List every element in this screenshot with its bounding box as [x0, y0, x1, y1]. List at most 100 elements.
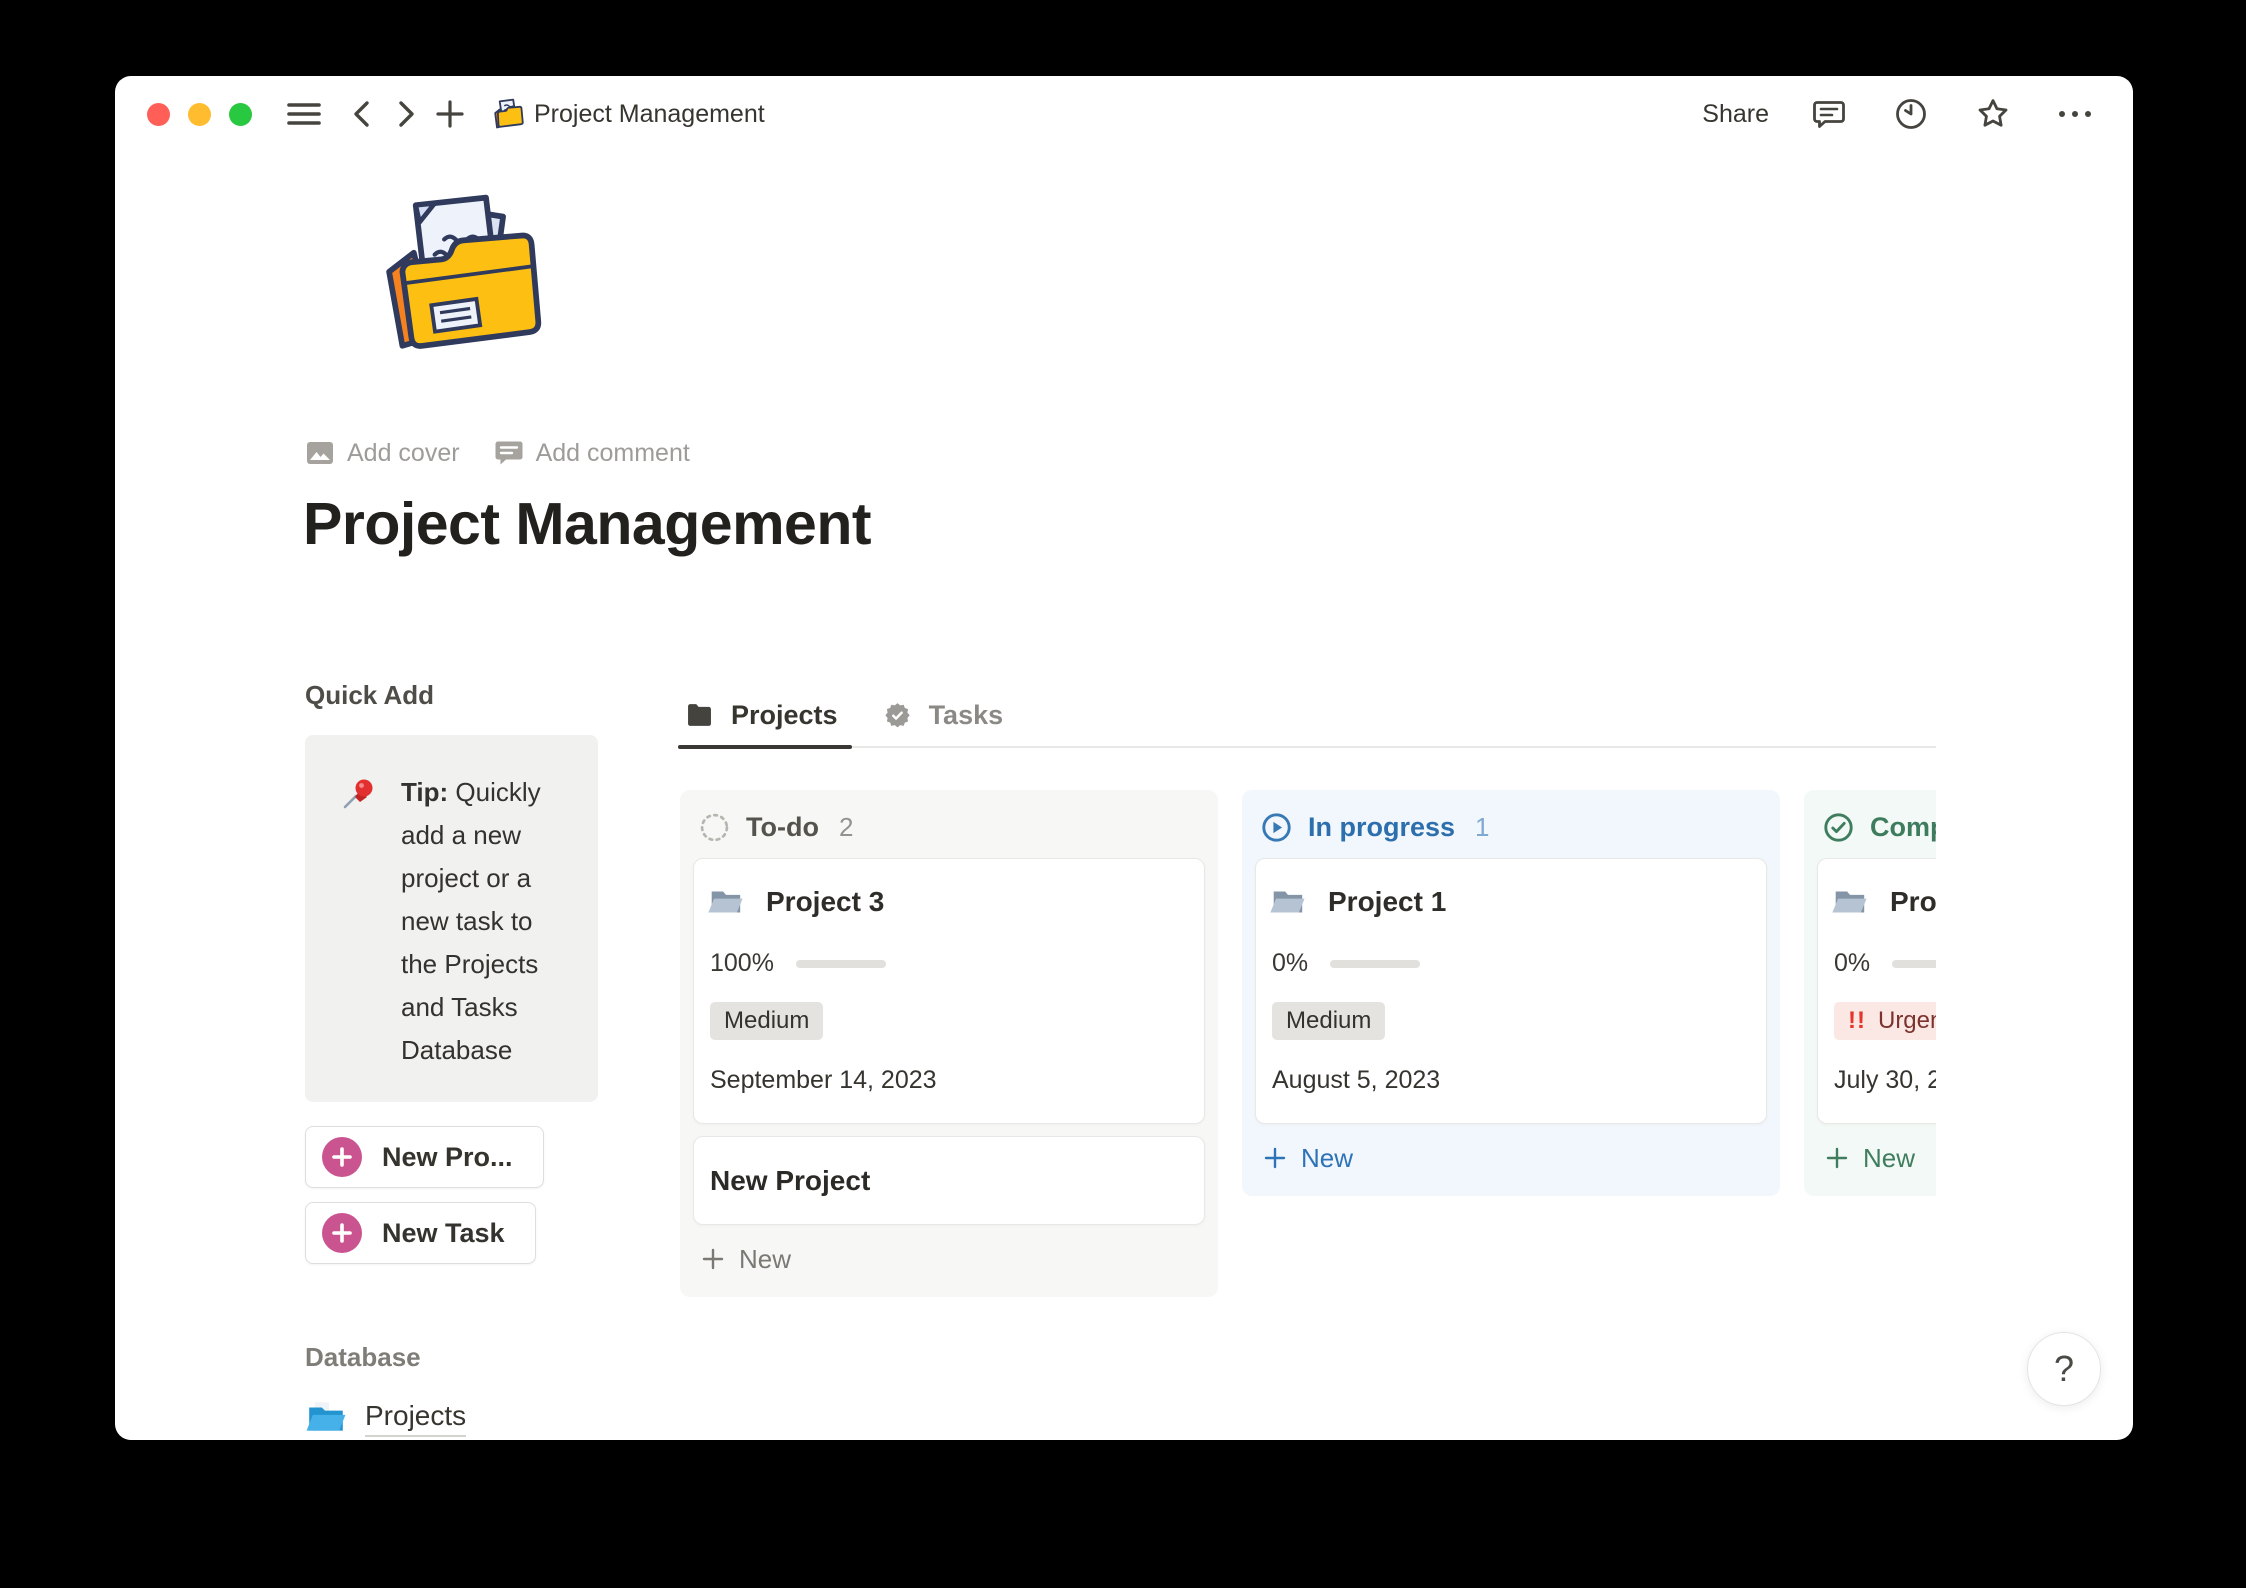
- blue-folder-icon: [305, 1397, 347, 1439]
- plus-icon: [1825, 1146, 1849, 1170]
- project-card[interactable]: Project 1 0% Medium August 5, 2023: [1255, 858, 1767, 1124]
- column-name: In progress: [1308, 812, 1455, 843]
- in-progress-status-icon: [1261, 812, 1292, 843]
- image-icon: [305, 438, 335, 468]
- comments-icon[interactable]: [1807, 92, 1851, 136]
- plus-icon: [1263, 1146, 1287, 1170]
- plus-circle-icon: [322, 1137, 362, 1177]
- quick-add-section: Quick Add Tip: Quickly add a new project…: [305, 680, 597, 1439]
- help-button[interactable]: ?: [2027, 1332, 2101, 1406]
- titlebar-actions: Share: [1702, 92, 2097, 136]
- add-card-button[interactable]: New: [1255, 1136, 1353, 1180]
- add-card-label: New: [739, 1244, 791, 1275]
- urgent-marks-icon: !!: [1848, 1007, 1866, 1035]
- kanban-board: To-do 2 Project 3 100% Medium Sept: [680, 790, 1936, 1297]
- card-title: Project 1: [1328, 886, 1446, 918]
- new-task-button-label: New Task: [382, 1218, 505, 1249]
- minimize-window-button[interactable]: [188, 103, 211, 126]
- project-card[interactable]: New Project: [693, 1136, 1205, 1225]
- column-count: 2: [839, 812, 853, 843]
- tip-callout: Tip: Quickly add a new project or a new …: [305, 735, 598, 1102]
- priority-badge: !! Urgent: [1834, 1002, 1936, 1040]
- folder-icon: [686, 703, 713, 727]
- page-icon-folder[interactable]: [353, 176, 543, 376]
- database-link-projects[interactable]: Projects: [305, 1397, 597, 1439]
- add-card-label: New: [1301, 1143, 1353, 1174]
- database-link-label: Projects: [365, 1400, 466, 1437]
- tab-projects[interactable]: Projects: [686, 684, 838, 746]
- add-card-button[interactable]: New: [1817, 1136, 1915, 1180]
- add-cover-label: Add cover: [347, 439, 460, 468]
- progress-bar: [796, 960, 886, 968]
- gray-folder-icon: [706, 883, 744, 921]
- progress-label: 100%: [710, 949, 774, 978]
- new-task-button[interactable]: New Task: [305, 1202, 536, 1264]
- priority-badge: Medium: [710, 1002, 823, 1040]
- column-count: 1: [1475, 812, 1489, 843]
- tip-text: Tip: Quickly add a new project or a new …: [401, 771, 574, 1072]
- share-button[interactable]: Share: [1702, 100, 1769, 129]
- tab-tasks[interactable]: Tasks: [884, 684, 1004, 746]
- comment-icon: [494, 438, 524, 468]
- window-title: Project Management: [534, 100, 765, 129]
- todo-status-icon: [699, 812, 730, 843]
- zoom-window-button[interactable]: [229, 103, 252, 126]
- column-name: To-do: [746, 812, 819, 843]
- favorite-icon[interactable]: [1971, 92, 2015, 136]
- pushpin-icon: [339, 775, 377, 1072]
- card-title: Project 2: [1890, 886, 1936, 918]
- column-in-progress: In progress 1 Project 1 0% Medium: [1242, 790, 1780, 1196]
- card-date: September 14, 2023: [710, 1066, 1184, 1095]
- add-comment-label: Add comment: [536, 439, 690, 468]
- forward-icon[interactable]: [384, 92, 428, 136]
- view-tabs: Projects Tasks: [680, 684, 1936, 748]
- add-comment-button[interactable]: Add comment: [494, 438, 690, 468]
- progress-bar: [1330, 960, 1420, 968]
- plus-circle-icon: [322, 1213, 362, 1253]
- new-project-button[interactable]: New Pro...: [305, 1126, 544, 1188]
- tab-tasks-label: Tasks: [929, 700, 1004, 731]
- completed-status-icon: [1823, 812, 1854, 843]
- more-icon[interactable]: [2053, 92, 2097, 136]
- column-name: Completed: [1870, 812, 1936, 843]
- column-completed: Completed Project 2 0% !! Urgent: [1804, 790, 1936, 1196]
- column-in-progress-header[interactable]: In progress 1: [1255, 808, 1767, 846]
- tip-label: Tip:: [401, 777, 448, 807]
- progress-bar: [1892, 960, 1936, 968]
- column-completed-header[interactable]: Completed: [1817, 808, 1936, 846]
- progress-row: 0%: [1834, 949, 1936, 978]
- board-section: Projects Tasks To-do 2 Project 3: [680, 684, 1936, 1297]
- tab-projects-label: Projects: [731, 700, 838, 731]
- project-card[interactable]: Project 2 0% !! Urgent July 30, 2023: [1817, 858, 1936, 1124]
- add-card-button[interactable]: New: [693, 1237, 791, 1281]
- add-cover-button[interactable]: Add cover: [305, 438, 460, 468]
- project-card[interactable]: Project 3 100% Medium September 14, 2023: [693, 858, 1205, 1124]
- history-icon[interactable]: [1889, 92, 1933, 136]
- back-icon[interactable]: [340, 92, 384, 136]
- new-project-button-label: New Pro...: [382, 1142, 513, 1173]
- quick-add-heading: Quick Add: [305, 680, 597, 711]
- plus-icon: [701, 1247, 725, 1271]
- sidebar-toggle-icon[interactable]: [282, 92, 326, 136]
- badge-check-icon: [884, 702, 911, 729]
- new-page-icon[interactable]: [428, 92, 472, 136]
- priority-badge: Medium: [1272, 1002, 1385, 1040]
- gray-folder-icon: [1830, 883, 1868, 921]
- close-window-button[interactable]: [147, 103, 170, 126]
- priority-label: Urgent: [1878, 1007, 1936, 1035]
- card-date: July 30, 2023: [1834, 1066, 1936, 1095]
- card-title: Project 3: [766, 886, 884, 918]
- gray-folder-icon: [1268, 883, 1306, 921]
- window-controls: [147, 103, 252, 126]
- progress-label: 0%: [1272, 949, 1308, 978]
- progress-label: 0%: [1834, 949, 1870, 978]
- app-window: Project Management Share: [115, 76, 2133, 1440]
- titlebar: Project Management Share: [115, 76, 2133, 152]
- page-meta-actions: Add cover Add comment: [305, 438, 690, 468]
- card-title: New Project: [710, 1165, 870, 1196]
- progress-row: 0%: [1272, 949, 1746, 978]
- page-folder-icon: [488, 96, 524, 132]
- page-title[interactable]: Project Management: [303, 490, 871, 558]
- progress-row: 100%: [710, 949, 1184, 978]
- column-todo-header[interactable]: To-do 2: [693, 808, 1205, 846]
